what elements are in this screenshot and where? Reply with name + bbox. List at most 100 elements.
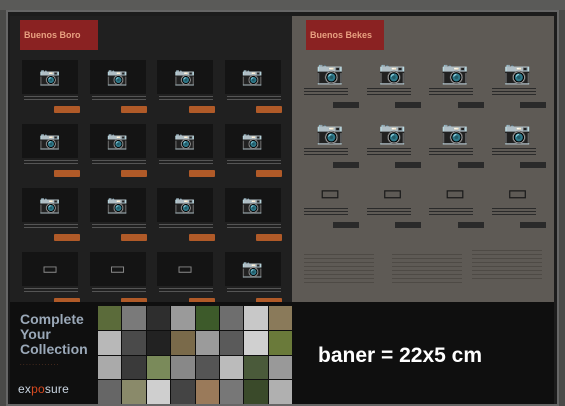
buy-button — [256, 170, 282, 177]
product-description — [159, 224, 213, 230]
exposure-logo: exposure — [18, 382, 69, 396]
camera-icon: 📷 — [503, 60, 532, 85]
product-description — [429, 208, 473, 216]
right-product-card: 📷 — [491, 58, 551, 116]
promo-line-1: Complete — [20, 311, 84, 327]
buy-button — [332, 162, 359, 168]
left-product-card: 📷 — [157, 60, 221, 120]
product-description — [366, 208, 411, 216]
product-description — [366, 148, 411, 156]
right-product-card: 📷 — [429, 118, 488, 176]
buy-button — [256, 106, 282, 113]
buy-button — [520, 102, 546, 108]
left-brand-text: Buenos Boro — [24, 30, 81, 40]
buy-button — [53, 170, 80, 177]
mosaic-tile — [122, 355, 146, 380]
camera-icon: ▭ — [89, 252, 146, 286]
banner-size-caption: baner = 22x5 cm — [318, 344, 483, 367]
promo-headline: Complete Your Collection — [20, 312, 88, 357]
left-product-card: 📷 — [89, 60, 154, 120]
camera-icon: 📷 — [224, 188, 281, 222]
camera-icon: 📷 — [224, 60, 281, 94]
right-product-card: 📷 — [366, 58, 426, 116]
camera-icon: 📷 — [157, 124, 213, 158]
mosaic-tile — [98, 306, 122, 330]
product-description — [159, 288, 213, 294]
camera-icon: 📷 — [89, 60, 146, 94]
promo-line-2: Your — [20, 326, 51, 342]
mosaic-tile — [244, 355, 268, 380]
product-description — [491, 148, 536, 156]
product-description — [429, 88, 473, 96]
buy-button — [457, 222, 484, 228]
mosaic-tile — [219, 306, 244, 330]
mosaic-tile — [98, 380, 122, 404]
left-product-card: 📷 — [224, 188, 289, 248]
buy-button — [188, 234, 215, 241]
camera-icon: 📷 — [157, 188, 213, 222]
camera-icon: 📷 — [22, 188, 78, 222]
footer-col-2 — [392, 254, 462, 284]
buy-button — [457, 102, 484, 108]
product-description — [24, 160, 78, 166]
product-description — [91, 288, 146, 294]
mosaic-tile — [268, 355, 292, 380]
mosaic-tile — [244, 380, 268, 404]
mosaic-tile — [146, 380, 171, 404]
left-product-card: 📷 — [89, 124, 154, 184]
right-product-card: ▭ — [429, 178, 488, 236]
camera-icon: ▭ — [507, 180, 528, 205]
product-description — [226, 160, 281, 166]
buy-button — [121, 234, 147, 241]
product-description — [159, 160, 213, 166]
right-product-card: 📷 — [429, 58, 488, 116]
product-description — [91, 160, 146, 166]
mosaic-tile — [122, 330, 146, 355]
mosaic-tile — [146, 330, 171, 355]
mosaic-tile — [171, 330, 195, 355]
right-product-card: 📷 — [366, 118, 426, 176]
camera-icon: 📷 — [378, 60, 407, 85]
right-product-card: 📷 — [304, 58, 363, 116]
buy-button — [53, 106, 80, 113]
mosaic-tile — [268, 380, 292, 404]
mosaic-tile — [219, 330, 244, 355]
buy-button — [53, 234, 80, 241]
product-description — [91, 96, 146, 102]
mosaic-tile — [268, 330, 292, 355]
camera-icon: ▭ — [22, 252, 78, 286]
buy-button — [457, 162, 484, 168]
mosaic-tile — [146, 355, 171, 380]
product-description — [304, 148, 348, 156]
buy-button — [395, 102, 421, 108]
mosaic-tile — [268, 306, 292, 330]
product-description — [304, 88, 348, 96]
buy-button — [121, 106, 147, 113]
product-description — [159, 96, 213, 102]
product-description — [24, 288, 78, 294]
mosaic-tile — [219, 380, 244, 404]
footer-col-3 — [472, 250, 542, 280]
left-brand-logo: Buenos Boro — [20, 20, 98, 50]
camera-icon: 📷 — [89, 124, 146, 158]
camera-icon: ▭ — [319, 180, 341, 205]
buy-button — [256, 234, 282, 241]
left-product-card: 📷 — [89, 188, 154, 248]
right-product-card: ▭ — [366, 178, 426, 236]
right-camera-grid: 📷 📷 📷 📷 📷 📷 📷 📷 ▭ ▭ ▭ ▭ — [304, 58, 550, 236]
promo-subtext: · · · · · · · · · · · · · — [20, 362, 59, 368]
camera-icon: 📷 — [22, 60, 78, 94]
left-product-card: 📷 — [157, 188, 221, 248]
right-footer-text — [300, 250, 550, 294]
product-description — [304, 208, 348, 216]
buy-button — [395, 162, 421, 168]
camera-icon: 📷 — [22, 124, 78, 158]
buy-button — [332, 102, 359, 108]
buy-button — [520, 222, 546, 228]
left-product-card: 📷 — [22, 60, 86, 120]
product-description — [491, 208, 536, 216]
buy-button — [520, 162, 546, 168]
right-product-card: 📷 — [304, 118, 363, 176]
right-product-card: 📷 — [491, 118, 551, 176]
promo-line-3: Collection — [20, 341, 88, 357]
